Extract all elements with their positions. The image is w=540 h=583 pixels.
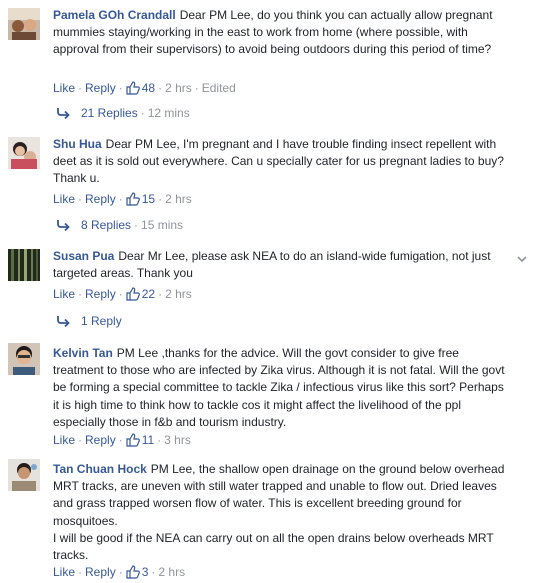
thumbs-up-icon bbox=[126, 192, 140, 210]
comment-time[interactable]: 2 hrs bbox=[165, 81, 192, 95]
comment-text: PM Lee ,thanks for the advice. Will the … bbox=[53, 346, 505, 429]
avatar[interactable] bbox=[8, 343, 40, 375]
view-replies-link[interactable]: 1 Reply bbox=[57, 313, 122, 331]
avatar[interactable] bbox=[8, 137, 40, 169]
comment-time[interactable]: 3 hrs bbox=[164, 433, 191, 447]
thumbs-up-icon bbox=[126, 81, 140, 99]
avatar[interactable] bbox=[8, 8, 40, 40]
thumbs-up-icon bbox=[126, 287, 140, 305]
like-link[interactable]: Like bbox=[53, 81, 75, 95]
replies-time: 12 mins bbox=[147, 106, 190, 120]
comment-time[interactable]: 2 hrs bbox=[165, 192, 192, 206]
reply-link[interactable]: Reply bbox=[85, 192, 116, 206]
reply-link[interactable]: Reply bbox=[85, 81, 116, 95]
chevron-down-icon[interactable] bbox=[516, 253, 528, 265]
like-count[interactable]: 22 bbox=[142, 287, 155, 301]
thumbs-up-icon bbox=[126, 565, 140, 583]
comment-author[interactable]: Shu Hua bbox=[53, 137, 102, 151]
comment-author[interactable]: Tan Chuan Hock bbox=[53, 462, 147, 476]
like-count[interactable]: 15 bbox=[142, 192, 155, 206]
like-link[interactable]: Like bbox=[53, 565, 75, 579]
like-count[interactable]: 11 bbox=[142, 433, 154, 447]
view-replies-link[interactable]: 21 Replies · 12 mins bbox=[57, 105, 190, 123]
like-count[interactable]: 48 bbox=[142, 81, 155, 95]
like-link[interactable]: Like bbox=[53, 433, 75, 447]
edited-label[interactable]: Edited bbox=[202, 81, 236, 95]
like-link[interactable]: Like bbox=[53, 192, 75, 206]
reply-link[interactable]: Reply bbox=[85, 565, 116, 579]
replies-count[interactable]: 21 Replies bbox=[81, 106, 138, 120]
comment-text-continued: I will be good if the NEA can carry out … bbox=[53, 530, 494, 563]
replies-count[interactable]: 1 Reply bbox=[81, 314, 122, 328]
comment-author[interactable]: Susan Pua bbox=[53, 249, 114, 263]
reply-link[interactable]: Reply bbox=[85, 287, 116, 301]
thumbs-up-icon bbox=[126, 433, 140, 451]
comment-author[interactable]: Pamela GOh Crandall bbox=[53, 8, 176, 22]
avatar[interactable] bbox=[8, 249, 40, 281]
comment-text: Dear PM Lee, I'm pregnant and I have tro… bbox=[53, 137, 504, 186]
comment-author[interactable]: Kelvin Tan bbox=[53, 346, 113, 360]
reply-arrow-icon bbox=[57, 107, 71, 123]
replies-count[interactable]: 8 Replies bbox=[81, 218, 131, 232]
like-link[interactable]: Like bbox=[53, 287, 75, 301]
comment-time[interactable]: 2 hrs bbox=[165, 287, 192, 301]
comment-text: Dear Mr Lee, please ask NEA to do an isl… bbox=[53, 249, 491, 281]
reply-arrow-icon bbox=[57, 315, 71, 331]
comment-time[interactable]: 2 hrs bbox=[158, 565, 185, 579]
reply-arrow-icon bbox=[57, 219, 71, 235]
replies-time: 15 mins bbox=[141, 218, 184, 232]
avatar[interactable] bbox=[8, 459, 40, 491]
view-replies-link[interactable]: 8 Replies · 15 mins bbox=[57, 217, 183, 235]
reply-link[interactable]: Reply bbox=[85, 433, 116, 447]
